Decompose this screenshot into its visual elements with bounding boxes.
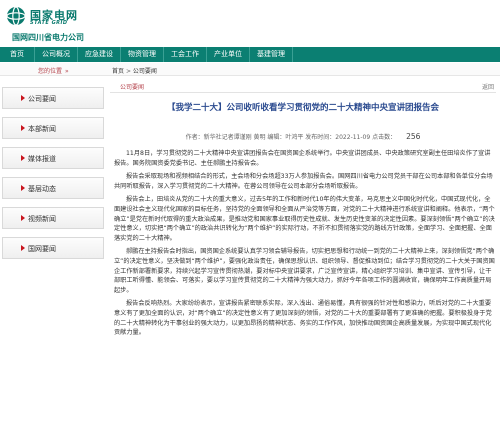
arrow-right-icon — [21, 245, 25, 251]
article-meta-text: 作者：新华社记者谭谨刚 黄明 编辑：叶鸿平 发布时间：2022-11-09 点击… — [185, 134, 397, 141]
section-label: 公司要闻 — [120, 84, 145, 91]
sidebar: 公司要闻 本部新闻 媒体报道 基层动态 视频新闻 国网要闻 — [2, 87, 104, 267]
breadcrumb-location-label: 您的位置 — [38, 68, 63, 75]
site-header: 国家电网 STATE GRID 国网四川省电力公司 — [0, 0, 500, 46]
sidebar-item-video-news[interactable]: 视频新闻 — [2, 207, 104, 229]
sidebar-item-sgcc-news[interactable]: 国网要闻 — [2, 237, 104, 259]
arrow-right-icon — [21, 125, 25, 131]
sidebar-item-label: 国网要闻 — [28, 245, 56, 253]
article-panel-header: 公司要闻 返回 — [110, 79, 496, 93]
arrow-right-icon — [21, 185, 25, 191]
breadcrumb-separator: > — [125, 68, 131, 75]
sidebar-item-media-reports[interactable]: 媒体报道 — [2, 147, 104, 169]
arrow-right-icon — [21, 215, 25, 221]
article-body: 11月8日，学习贯彻党的二十大精神中央宣讲团报告会在国资国企系统举行。中央宣讲团… — [114, 149, 496, 342]
sidebar-item-label: 媒体报道 — [28, 155, 56, 163]
nav-item-union[interactable]: 工会工作 — [164, 47, 207, 62]
nav-item-industry[interactable]: 产业单位 — [207, 47, 250, 62]
article-paragraph: 11月8日，学习贯彻党的二十大精神中央宣讲团报告会在国资国企系统举行。中央宣讲团… — [114, 150, 491, 167]
article-paragraph: 报告会采取现场和视频相结合的形式，主会场和分会场超33万人参加报告会。国网四川省… — [114, 173, 493, 190]
site-name: 国网四川省电力公司 — [12, 33, 84, 42]
article-paragraph: 报告会反响热烈。大家纷纷表示，宣讲报告紧密联系实际，深入浅出、通俗易懂，具有很强… — [114, 300, 492, 337]
breadcrumb-current-link[interactable]: 公司要闻 — [133, 68, 157, 75]
breadcrumb: 您的位置» 首页 > 公司要闻 — [0, 63, 500, 76]
view-count: 256 — [406, 132, 421, 141]
back-link[interactable]: 返回 — [482, 82, 494, 91]
sidebar-item-label: 本部新闻 — [28, 125, 56, 133]
sidebar-item-label: 公司要闻 — [28, 95, 56, 103]
site-logo[interactable]: 国家电网 STATE GRID 国网四川省电力公司 — [6, 6, 124, 42]
nav-item-home[interactable]: 首页 — [0, 47, 35, 62]
state-grid-logo-icon — [6, 6, 26, 26]
nav-item-materials[interactable]: 物资管理 — [121, 47, 164, 62]
breadcrumb-path: 首页 > 公司要闻 — [112, 66, 157, 75]
nav-item-emergency[interactable]: 应急建设 — [78, 47, 121, 62]
logo-text-en: STATE GRID — [30, 20, 68, 26]
article-meta: 作者：新华社记者谭谨刚 黄明 编辑：叶鸿平 发布时间：2022-11-09 点击… — [110, 132, 496, 141]
article-panel: 公司要闻 返回 【我学二十大】公司收听收看学习贯彻党的二十大精神中央宣讲团报告会… — [110, 79, 498, 425]
nav-item-infrastructure[interactable]: 基建管理 — [250, 47, 293, 62]
sidebar-item-grassroots[interactable]: 基层动态 — [2, 177, 104, 199]
sidebar-item-label: 视频新闻 — [28, 215, 56, 223]
arrow-right-icon — [21, 95, 25, 101]
article-title: 【我学二十大】公司收听收看学习贯彻党的二十大精神中央宣讲团报告会 — [166, 103, 439, 113]
arrow-right-icon — [21, 155, 25, 161]
article-paragraph: 报告会上，田培炎从党的二十大的重大意义，过去5年的工作和新时代10年的伟大变革，… — [114, 196, 495, 242]
sidebar-item-company-news[interactable]: 公司要闻 — [2, 87, 104, 109]
breadcrumb-home-link[interactable]: 首页 — [112, 68, 124, 75]
nav-item-company-overview[interactable]: 公司概况 — [35, 47, 78, 62]
breadcrumb-location: 您的位置» — [38, 66, 69, 75]
sidebar-item-hq-news[interactable]: 本部新闻 — [2, 117, 104, 139]
chevron-right-icon: » — [65, 68, 69, 75]
article-paragraph: 郝鹏在主持报告会时指出，国资国企系统要认真学习领会辅导报告，切实把思想和行动统一… — [114, 248, 495, 294]
sidebar-item-label: 基层动态 — [28, 185, 56, 193]
main-nav: 首页 公司概况 应急建设 物资管理 工会工作 产业单位 基建管理 — [0, 47, 500, 62]
